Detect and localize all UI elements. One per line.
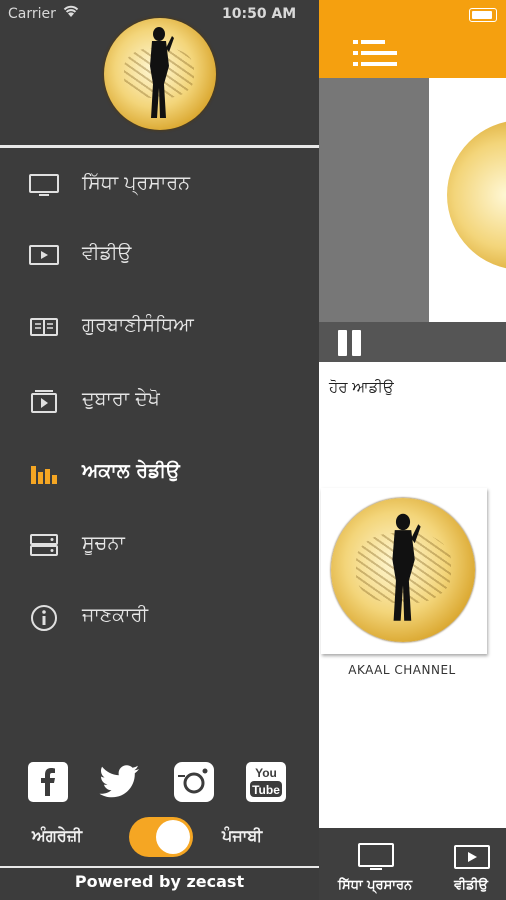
side-drawer: Carrier 10:50 AM ਸਿੱਧਾ ਪ੍ਰਸਾਰਨ ਵੀਡੀਉ ਗੁਰ… (0, 0, 319, 900)
twitter-icon[interactable] (98, 762, 142, 802)
menu-item-label: ਗੁਰਬਾਣੀਸੰਧਿਆ (82, 314, 194, 336)
carrier-label: Carrier (8, 6, 56, 22)
server-icon (28, 532, 62, 558)
menu-item-radio[interactable]: ਅਕਾਲ ਰੇਡੀਉ (0, 448, 319, 498)
tab-live[interactable]: ਸਿੱਧਾ ਪ੍ਰਸਾਰਨ (327, 828, 423, 900)
menu-item-video[interactable]: ਵੀਡੀਉ (0, 230, 319, 280)
status-time: 10:50 AM (222, 6, 297, 22)
menu-item-label: ਦੁਬਾਰਾ ਦੇਖੋ (82, 388, 160, 410)
language-toggle[interactable] (129, 817, 193, 857)
toggle-knob (156, 820, 190, 854)
menu-item-label: ਜਾਣਕਾਰੀ (82, 604, 149, 626)
youtube-text-top: You (255, 766, 277, 780)
book-icon (28, 314, 62, 340)
player-video-frame (429, 78, 506, 322)
video-icon (453, 842, 491, 876)
menu-item-info[interactable]: ਜਾਣਕਾਰੀ (0, 592, 319, 642)
info-icon (28, 604, 62, 631)
menu-item-label: ਵੀਡੀਉ (82, 242, 132, 264)
pause-icon[interactable] (335, 328, 365, 358)
menu-item-label: ਅਕਾਲ ਰੇਡੀਉ (82, 460, 180, 482)
replay-icon (28, 388, 62, 414)
menu-item-replay[interactable]: ਦੁਬਾਰਾ ਦੇਖੋ (0, 376, 319, 426)
instagram-icon[interactable] (174, 762, 214, 802)
tv-icon (357, 842, 395, 876)
youtube-icon[interactable]: You Tube (246, 762, 286, 802)
radio-equalizer-icon (28, 460, 62, 486)
tab-label: ਸਿੱਧਾ ਪ੍ਰਸਾਰਨ (337, 878, 413, 893)
video-player[interactable] (319, 78, 506, 362)
menu-item-gurbani[interactable]: ਗੁਰਬਾਣੀਸੰਧਿਆ (0, 302, 319, 352)
video-icon (28, 242, 62, 268)
channel-card-image (331, 498, 475, 642)
channel-logo (104, 18, 216, 130)
tab-video[interactable]: ਵੀਡੀਉ (441, 828, 501, 900)
menu-item-live[interactable]: ਸਿੱਧਾ ਪ੍ਰਸਾਰਨ (0, 160, 319, 210)
tv-icon (28, 172, 62, 198)
more-audio-title: ਹੋਰ ਆਡੀਉ (329, 378, 394, 396)
footer-divider (0, 866, 319, 868)
menu-item-label: ਸਿੱਧਾ ਪ੍ਰਸਾਰਨ (82, 172, 190, 194)
channel-card-title: AKAAL CHANNEL (348, 663, 456, 677)
youtube-text-bottom: Tube (252, 783, 280, 797)
tab-label: ਵੀਡੀਉ (454, 878, 488, 893)
channel-card[interactable] (321, 488, 487, 654)
drawer-divider (0, 145, 319, 148)
figure-silhouette-icon (392, 513, 421, 621)
player-globe-image (447, 120, 506, 270)
figure-silhouette-icon (150, 27, 174, 118)
bottom-tab-bar: ਸਿੱਧਾ ਪ੍ਰਸਾਰਨ ਵੀਡੀਉ (319, 828, 506, 900)
language-english-label: ਅੰਗਰੇਜ਼ੀ (32, 826, 83, 845)
menu-item-label: ਸੂਚਨਾ (82, 532, 125, 554)
language-punjabi-label: ਪੰਜਾਬੀ (222, 826, 263, 845)
menu-toggle-icon[interactable] (353, 38, 401, 68)
battery-icon (469, 8, 497, 22)
wifi-icon (62, 4, 80, 22)
menu-item-notice[interactable]: ਸੂਚਨਾ (0, 520, 319, 570)
facebook-icon[interactable] (28, 762, 68, 802)
main-content: ਹੋਰ ਆਡੀਉ AKAAL CHANNEL ਸਿੱਧਾ ਪ੍ਰਸਾਰਨ ਵੀਡ… (319, 0, 506, 900)
player-left-area (319, 78, 429, 322)
powered-by-text: Powered by zecast (74, 872, 245, 891)
app-header (319, 0, 506, 78)
